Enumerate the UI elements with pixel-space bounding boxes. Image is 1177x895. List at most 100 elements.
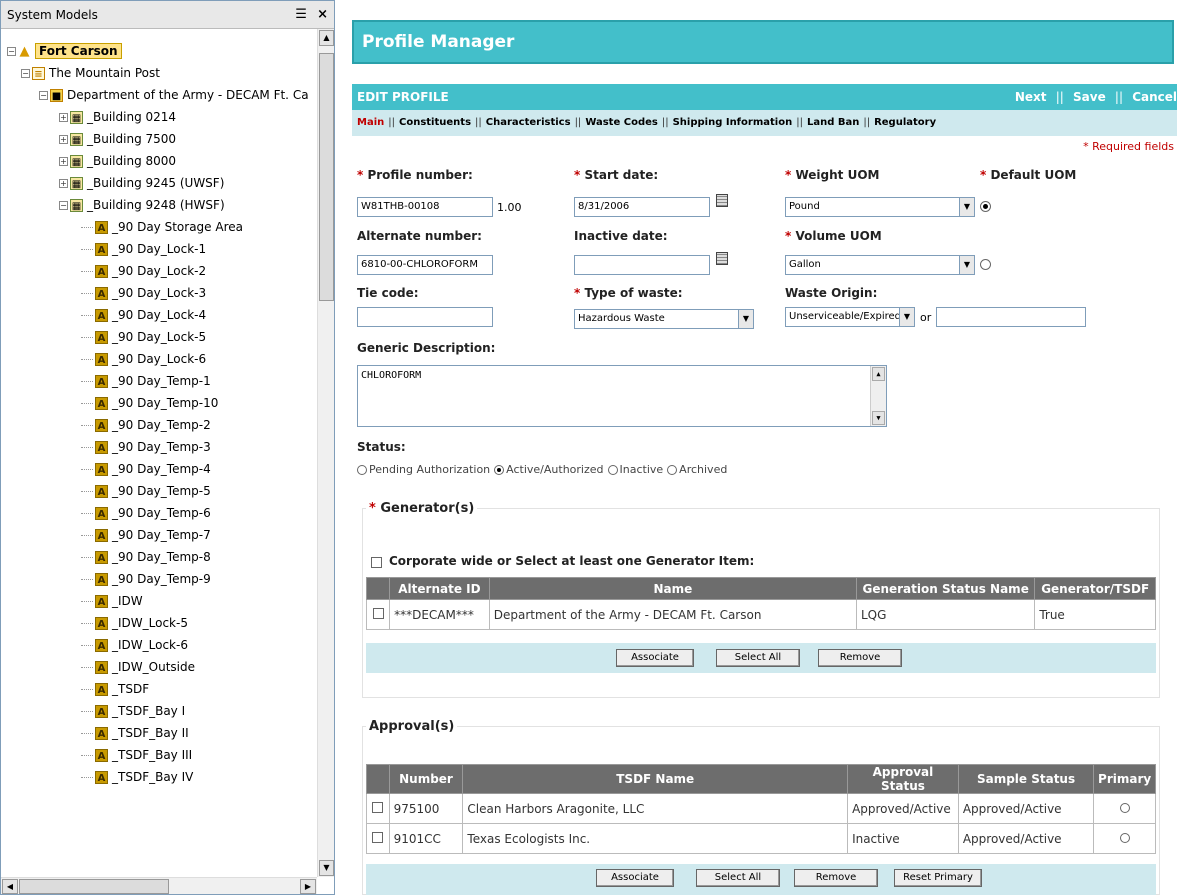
tree-node[interactable]: − ≡ The Mountain Post bbox=[21, 62, 160, 84]
remove-button[interactable]: Remove bbox=[818, 649, 902, 667]
status-radio[interactable] bbox=[494, 465, 505, 475]
tree-node[interactable]: A _TSDF_Bay I bbox=[81, 700, 185, 722]
tree-node[interactable]: + ▦ _Building 9245 (UWSF) bbox=[59, 172, 224, 194]
tree-node[interactable]: A _IDW_Lock-6 bbox=[81, 634, 188, 656]
tree-node[interactable]: A _IDW_Lock-5 bbox=[81, 612, 188, 634]
tab-constituents[interactable]: Constituents bbox=[399, 117, 471, 128]
tree-node[interactable]: A _90 Day_Lock-1 bbox=[81, 238, 206, 260]
inactive-date-field[interactable] bbox=[574, 255, 710, 275]
expand-toggle-icon[interactable]: − bbox=[59, 201, 68, 210]
tree-node[interactable]: A _90 Day_Temp-9 bbox=[81, 568, 211, 590]
chevron-down-icon[interactable]: ▼ bbox=[899, 308, 914, 326]
expand-toggle-icon[interactable]: + bbox=[59, 113, 68, 122]
row-checkbox[interactable] bbox=[372, 607, 384, 619]
select-all-button[interactable]: Select All bbox=[696, 869, 780, 887]
textarea-scrollbar[interactable]: ▲ ▼ bbox=[870, 366, 886, 426]
tree-node[interactable]: A _90 Day_Temp-8 bbox=[81, 546, 211, 568]
associate-button[interactable]: Associate bbox=[616, 649, 694, 667]
scroll-up-icon[interactable]: ▲ bbox=[319, 30, 334, 46]
tab-regulatory[interactable]: Regulatory bbox=[874, 117, 936, 128]
alternate-number-field[interactable]: 6810-00-CHLOROFORM bbox=[357, 255, 493, 275]
row-checkbox[interactable] bbox=[372, 801, 384, 813]
start-date-field[interactable]: 8/31/2006 bbox=[574, 197, 710, 217]
tree-node[interactable]: A _90 Day_Temp-7 bbox=[81, 524, 211, 546]
tab-shipping-information[interactable]: Shipping Information bbox=[673, 117, 793, 128]
next-link[interactable]: Next bbox=[1015, 90, 1047, 104]
default-uom-weight-radio[interactable] bbox=[980, 201, 991, 212]
generic-description-textarea[interactable]: CHLOROFORM ▲ ▼ bbox=[357, 365, 887, 427]
tree-node[interactable]: A _90 Day_Lock-3 bbox=[81, 282, 206, 304]
table-row[interactable]: 9101CC Texas Ecologists Inc. Inactive Appro… bbox=[366, 823, 1156, 854]
tree-node[interactable]: A _IDW_Outside bbox=[81, 656, 195, 678]
type-of-waste-select[interactable]: Hazardous Waste ▼ bbox=[574, 309, 754, 329]
tree-node[interactable]: + ▦ _Building 8000 bbox=[59, 150, 176, 172]
status-radio[interactable] bbox=[607, 465, 618, 475]
weight-uom-select[interactable]: Pound ▼ bbox=[785, 197, 975, 217]
waste-origin-select[interactable]: Unserviceable/Expired ▼ bbox=[785, 307, 915, 327]
status-radio[interactable] bbox=[667, 465, 678, 475]
scroll-down-icon[interactable]: ▼ bbox=[319, 860, 334, 876]
tree-node[interactable]: A _90 Day_Temp-10 bbox=[81, 392, 218, 414]
tree-node[interactable]: A _90 Day_Lock-6 bbox=[81, 348, 206, 370]
primary-radio[interactable] bbox=[1119, 832, 1130, 843]
default-uom-volume-radio[interactable] bbox=[980, 259, 991, 270]
scroll-right-icon[interactable]: ▶ bbox=[300, 879, 316, 894]
tree-node[interactable]: A _90 Day_Lock-2 bbox=[81, 260, 206, 282]
tree-node[interactable]: A _TSDF_Bay III bbox=[81, 744, 192, 766]
expand-toggle-icon[interactable]: − bbox=[7, 47, 16, 56]
select-all-button[interactable]: Select All bbox=[716, 649, 800, 667]
tree-node[interactable]: − ▲ Fort Carson bbox=[7, 40, 122, 62]
chevron-down-icon[interactable]: ▼ bbox=[959, 198, 974, 216]
calendar-icon[interactable] bbox=[716, 194, 728, 207]
expand-toggle-icon[interactable]: − bbox=[21, 69, 30, 78]
tree-node[interactable]: A _90 Day_Temp-5 bbox=[81, 480, 211, 502]
table-row[interactable]: ***DECAM*** Department of the Army - DECA… bbox=[365, 599, 1156, 630]
tree-node[interactable]: + ▦ _Building 7500 bbox=[59, 128, 176, 150]
tree-node[interactable]: A _90 Day_Temp-4 bbox=[81, 458, 211, 480]
tree-node[interactable]: A _90 Day_Temp-3 bbox=[81, 436, 211, 458]
expand-toggle-icon[interactable]: + bbox=[59, 157, 68, 166]
tab-characteristics[interactable]: Characteristics bbox=[486, 117, 571, 128]
tree-node[interactable]: − ■ Department of the Army - DECAM Ft. Ca bbox=[39, 84, 309, 106]
tab-main[interactable]: Main bbox=[357, 117, 384, 128]
tree-node[interactable]: A _90 Day Storage Area bbox=[81, 216, 243, 238]
tree-node[interactable]: A _TSDF_Bay II bbox=[81, 722, 189, 744]
table-row[interactable]: 975100 Clean Harbors Aragonite, LLC Approv… bbox=[366, 793, 1156, 824]
scroll-left-icon[interactable]: ◀ bbox=[2, 879, 18, 894]
associate-button[interactable]: Associate bbox=[596, 869, 674, 887]
tree-node[interactable]: A _90 Day_Lock-5 bbox=[81, 326, 206, 348]
profile-number-field[interactable]: W81THB-00108 bbox=[357, 197, 493, 217]
expand-toggle-icon[interactable]: + bbox=[59, 179, 68, 188]
row-checkbox[interactable] bbox=[372, 831, 384, 843]
tree-vertical-scrollbar[interactable]: ▲ ▼ bbox=[317, 29, 334, 877]
tree-node[interactable]: A _90 Day_Temp-6 bbox=[81, 502, 211, 524]
tab-land-ban[interactable]: Land Ban bbox=[807, 117, 859, 128]
primary-radio[interactable] bbox=[1119, 802, 1130, 813]
remove-button[interactable]: Remove bbox=[794, 869, 878, 887]
h-scroll-thumb[interactable] bbox=[19, 879, 169, 894]
scroll-down-icon[interactable]: ▼ bbox=[872, 411, 885, 425]
expand-toggle-icon[interactable]: − bbox=[39, 91, 48, 100]
tree-node[interactable]: A _90 Day_Temp-2 bbox=[81, 414, 211, 436]
reset-primary-button[interactable]: Reset Primary bbox=[894, 869, 982, 887]
tree-node[interactable]: + ▦ _Building 0214 bbox=[59, 106, 176, 128]
calendar-icon[interactable] bbox=[716, 252, 728, 265]
tree-node[interactable]: A _TSDF bbox=[81, 678, 149, 700]
chevron-down-icon[interactable]: ▼ bbox=[959, 256, 974, 274]
tab-waste-codes[interactable]: Waste Codes bbox=[585, 117, 658, 128]
tree-horizontal-scrollbar[interactable]: ◀ ▶ bbox=[1, 877, 317, 894]
scroll-up-icon[interactable]: ▲ bbox=[872, 367, 885, 381]
save-link[interactable]: Save bbox=[1073, 90, 1106, 104]
chevron-down-icon[interactable]: ▼ bbox=[738, 310, 753, 328]
tie-code-field[interactable] bbox=[357, 307, 493, 327]
tree-node[interactable]: A _90 Day_Lock-4 bbox=[81, 304, 206, 326]
tree-node[interactable]: A _IDW bbox=[81, 590, 143, 612]
tree-node[interactable]: A _90 Day_Temp-1 bbox=[81, 370, 211, 392]
scroll-thumb[interactable] bbox=[319, 53, 334, 301]
waste-origin-other-field[interactable] bbox=[936, 307, 1086, 327]
close-icon[interactable]: × bbox=[317, 7, 328, 22]
cancel-link[interactable]: Cancel bbox=[1132, 90, 1177, 104]
status-radio[interactable] bbox=[357, 465, 367, 475]
corporate-wide-checkbox[interactable] bbox=[371, 557, 382, 568]
list-icon[interactable]: ☰ bbox=[295, 7, 307, 22]
